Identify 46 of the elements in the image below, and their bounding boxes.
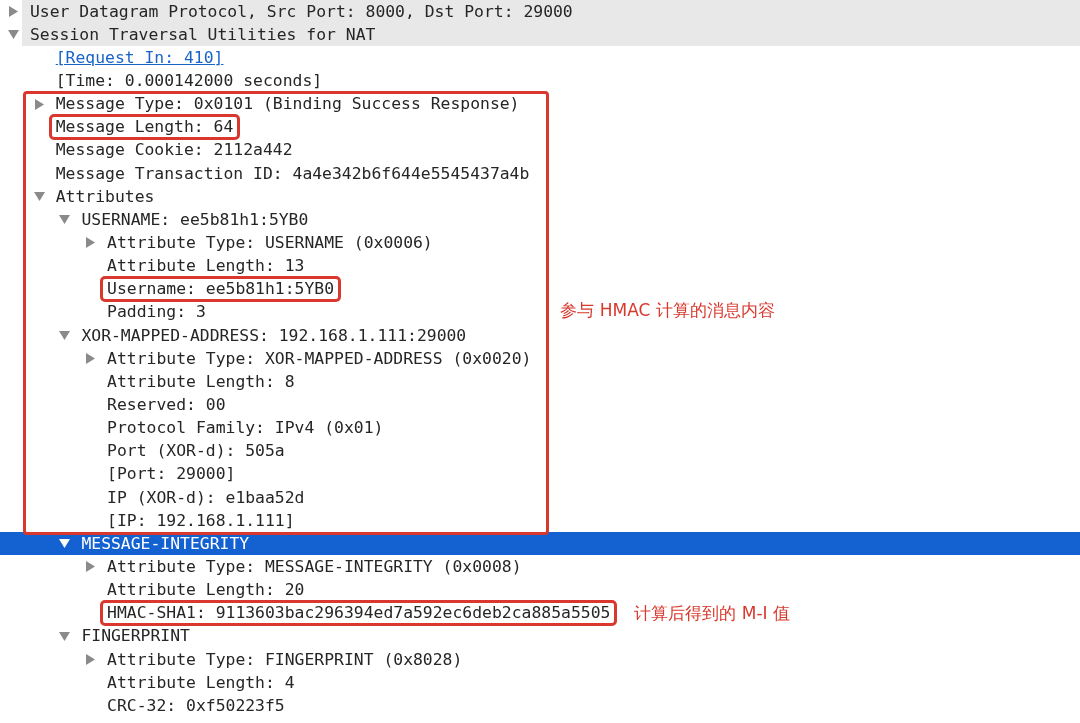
caret-down-icon[interactable] [33,191,45,203]
field-text[interactable]: Username: ee5b81h1:5YB0 [107,280,335,299]
field-text[interactable]: [Port: 29000] [107,465,236,484]
field-text[interactable]: Message Type: 0x0101 (Binding Success Response) [55,95,520,114]
field-text[interactable]: FINGERPRINT [81,627,190,646]
caret-right-icon[interactable] [85,353,97,365]
caret-down-icon[interactable] [8,29,19,41]
caret-down-icon[interactable] [59,214,71,226]
field-text[interactable]: Message Cookie: 2112a442 [55,141,293,160]
field-text[interactable]: [IP: 192.168.1.111] [107,511,295,530]
field-text[interactable]: CRC-32: 0xf50223f5 [107,696,285,715]
field-text[interactable]: Port (XOR-d): 505a [107,442,285,461]
caret-right-icon[interactable] [85,654,97,665]
annotation-note: 计算后得到的 M-I 值 [634,601,790,625]
field-text[interactable]: Message Transaction ID: 4a4e342b6f644e5545437a4b [55,164,530,183]
field-text[interactable]: Attributes [55,187,155,206]
caret-right-icon[interactable] [85,237,97,249]
field-text[interactable]: Attribute Length: 8 [107,372,295,391]
field-text: MESSAGE-INTEGRITY [81,534,250,553]
caret-right-icon[interactable] [8,6,19,18]
caret-down-icon[interactable] [59,538,71,550]
field-text: Session Traversal Utilities for NAT [30,25,376,44]
caret-right-icon[interactable] [33,98,45,110]
field-text[interactable]: Protocol Family: IPv4 (0x01) [107,419,384,438]
field-text[interactable]: Padding: 3 [107,303,206,322]
field-text: User Datagram Protocol, Src Port: 8000, Dst Port: 29000 [30,2,573,21]
caret-down-icon[interactable] [59,630,71,642]
field-text[interactable]: Attribute Type: FINGERPRINT (0x8028) [107,650,463,669]
field-text[interactable]: IP (XOR-d): e1baa52d [107,488,305,507]
field-text[interactable]: Attribute Type: MESSAGE-INTEGRITY (0x0008) [107,557,522,576]
field-text[interactable]: Attribute Type: USERNAME (0x0006) [107,233,433,252]
caret-right-icon[interactable] [85,561,97,573]
annotation-note: 参与 HMAC 计算的消息内容 [560,299,775,323]
field-text[interactable]: USERNAME: ee5b81h1:5YB0 [81,210,309,229]
field-text[interactable]: [Time: 0.000142000 seconds] [55,72,323,90]
field-text[interactable]: Reserved: 00 [107,395,226,414]
field-text[interactable]: HMAC-SHA1: 9113603bac296394ed7a592ec6deb2ca885a5505 [107,604,611,623]
field-text[interactable]: Attribute Type: XOR-MAPPED-ADDRESS (0x0020) [107,349,532,368]
request-link[interactable]: [Request In: 410] [55,48,224,67]
field-text[interactable]: Message Length: 64 [55,118,234,137]
field-text[interactable]: Attribute Length: 4 [107,673,295,692]
caret-down-icon[interactable] [59,330,71,342]
tree-row[interactable]: MESSAGE-INTEGRITY [0,532,1080,556]
field-text[interactable]: Attribute Length: 20 [107,581,305,600]
field-text[interactable]: Attribute Length: 13 [107,257,305,276]
field-text[interactable]: XOR-MAPPED-ADDRESS: 192.168.1.111:29000 [81,326,467,345]
